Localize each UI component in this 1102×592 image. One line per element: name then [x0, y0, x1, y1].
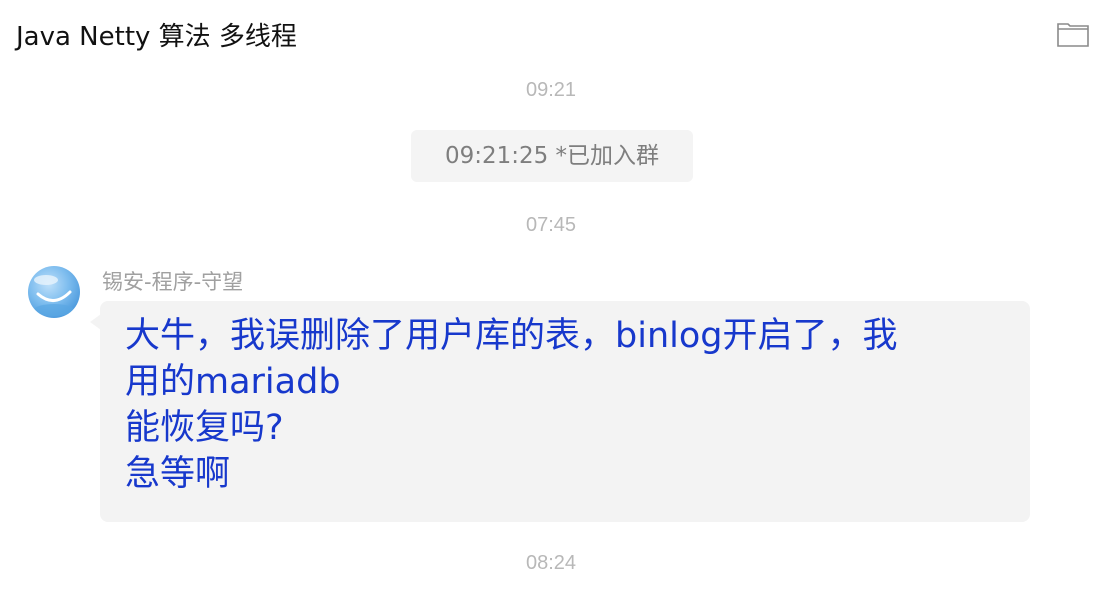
timestamp-divider: 08:24 [525, 552, 577, 574]
chat-title: Java Netty 算法 多线程 [16, 22, 297, 52]
timestamp-divider: 07:45 [525, 214, 577, 236]
message-text-line: 用的mariadb [125, 362, 341, 402]
timestamp-divider: 09:21 [525, 79, 577, 101]
avatar[interactable] [28, 266, 80, 318]
message-text-line: 大牛，我误删除了用户库的表，binlog开启了，我 [125, 316, 898, 356]
chat-window: Java Netty 算法 多线程 09:21 09:21:25 *已加入群 0… [0, 0, 1102, 592]
message-text-line: 急等啊 [125, 454, 231, 494]
message-bubble[interactable]: 大牛，我误删除了用户库的表，binlog开启了，我 用的mariadb 能恢复吗… [100, 301, 1030, 522]
sender-name: 锡安-程序-守望 [102, 270, 244, 294]
folder-button[interactable] [1056, 20, 1092, 50]
system-message: 09:21:25 *已加入群 [411, 130, 693, 182]
message-text-line: 能恢复吗? [125, 408, 284, 448]
folder-icon [1057, 23, 1089, 47]
